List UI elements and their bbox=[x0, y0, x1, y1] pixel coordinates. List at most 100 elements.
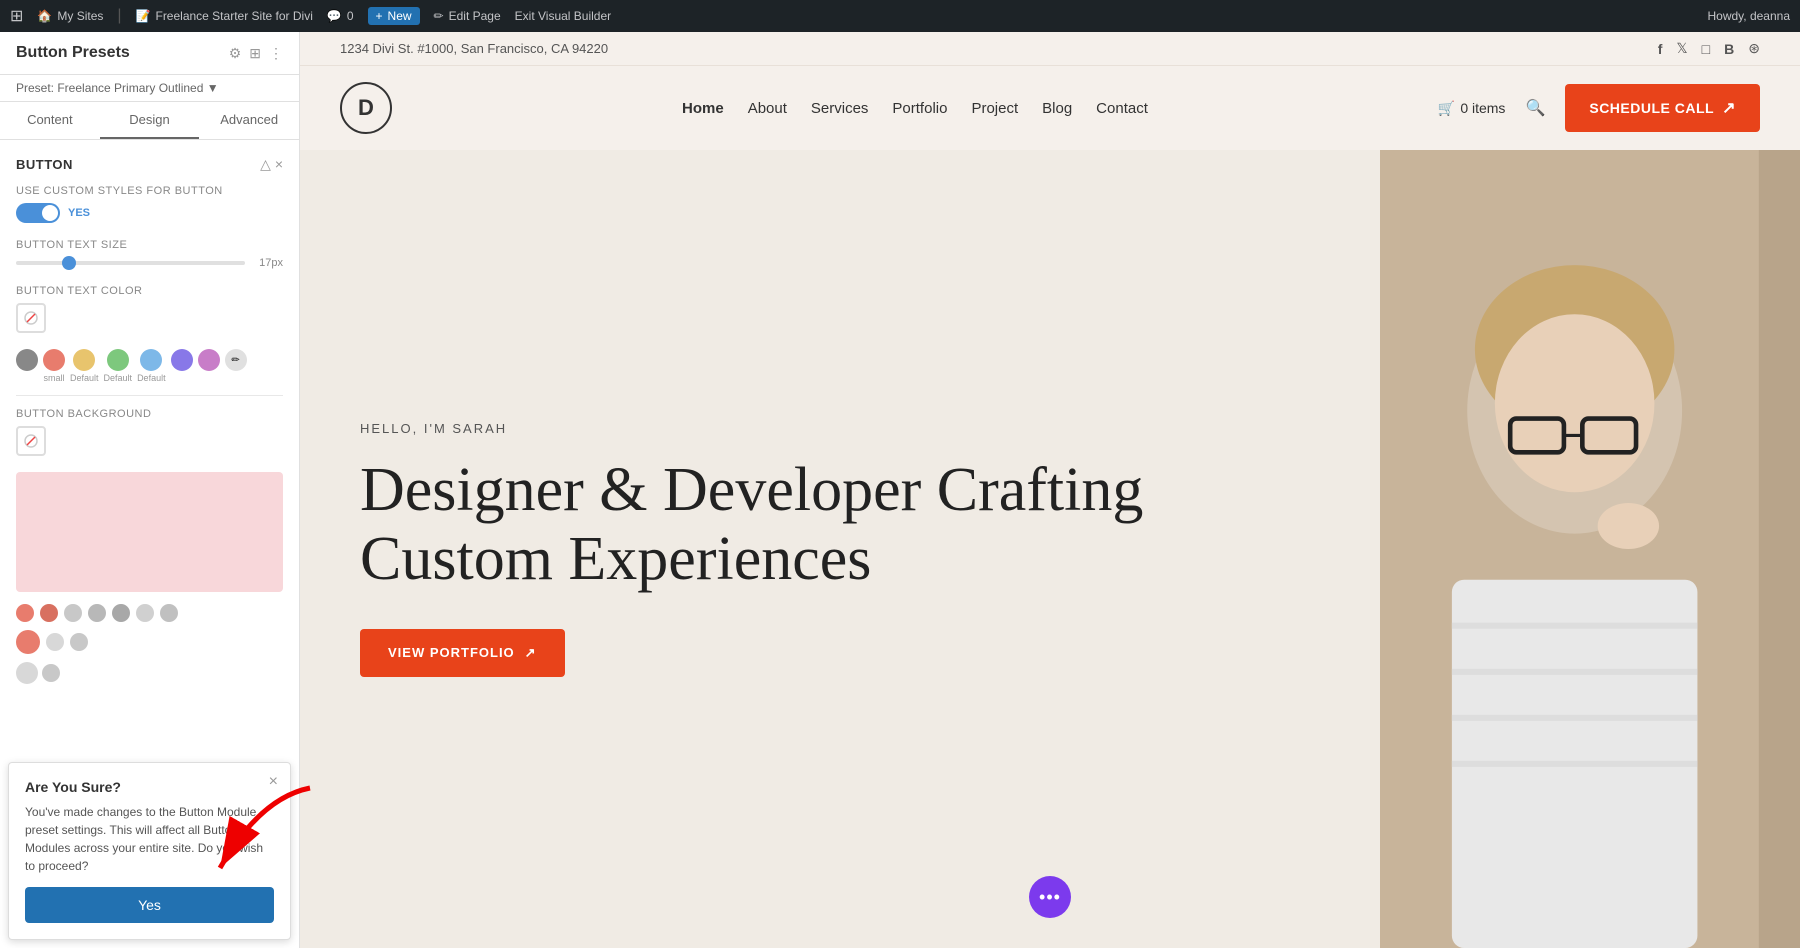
nav-link-blog[interactable]: Blog bbox=[1042, 100, 1072, 117]
site-icon: 📝 bbox=[136, 9, 151, 23]
circle-light-2[interactable] bbox=[70, 633, 88, 651]
home-icon: 🏠 bbox=[37, 9, 52, 23]
dialog-overlay: Are You Sure? × You've made changes to t… bbox=[0, 754, 299, 948]
swatch-group-pink bbox=[198, 349, 220, 383]
floating-dots-button[interactable]: ••• bbox=[1029, 876, 1071, 918]
instagram-icon[interactable]: □ bbox=[1702, 41, 1710, 57]
panel-header: Button Presets ⚙ ⊞ ⋮ bbox=[0, 32, 299, 75]
circle-large-red[interactable] bbox=[16, 630, 40, 654]
edit-page-link[interactable]: ✏ Edit Page bbox=[434, 9, 501, 23]
swatch-group-gray bbox=[16, 349, 38, 383]
button-bg-color-row bbox=[16, 426, 283, 456]
text-color-row bbox=[16, 303, 283, 333]
nav-link-services[interactable]: Services bbox=[811, 100, 869, 117]
dialog-close-icon[interactable]: × bbox=[269, 773, 278, 791]
panel-header-icons: ⚙ ⊞ ⋮ bbox=[229, 45, 283, 62]
text-size-value: 17px bbox=[253, 257, 283, 269]
search-icon[interactable]: 🔍 bbox=[1525, 98, 1545, 118]
swatch-group-red: small bbox=[43, 349, 65, 383]
settings-icon[interactable]: ⚙ bbox=[229, 45, 242, 62]
schedule-btn-arrow-icon: ↗ bbox=[1722, 98, 1736, 118]
dialog-yes-button[interactable]: Yes bbox=[25, 887, 274, 923]
facebook-icon[interactable]: f bbox=[1658, 41, 1663, 57]
site-logo[interactable]: D bbox=[340, 82, 392, 134]
nav-link-portfolio[interactable]: Portfolio bbox=[892, 100, 947, 117]
swatch-blue-light[interactable] bbox=[140, 349, 162, 371]
cart-count: 0 items bbox=[1460, 100, 1505, 116]
nav-link-contact[interactable]: Contact bbox=[1096, 100, 1148, 117]
tab-design[interactable]: Design bbox=[100, 102, 200, 139]
my-sites-link[interactable]: 🏠 My Sites bbox=[37, 9, 103, 23]
nav-links: Home About Services Portfolio Project Bl… bbox=[682, 100, 1148, 117]
swatch-gray[interactable] bbox=[16, 349, 38, 371]
site-nav: D Home About Services Portfolio Project … bbox=[300, 66, 1800, 150]
nav-cart[interactable]: 🛒 0 items bbox=[1438, 100, 1506, 117]
swatch-group-purple bbox=[171, 349, 193, 383]
hero-btn-arrow-icon: ↗ bbox=[525, 645, 537, 661]
circle-red-2[interactable] bbox=[40, 604, 58, 622]
circle-red[interactable] bbox=[16, 604, 34, 622]
swatch-red[interactable] bbox=[43, 349, 65, 371]
panel-subtitle[interactable]: Preset: Freelance Primary Outlined ▼ bbox=[0, 75, 299, 102]
button-preview-rect bbox=[16, 472, 283, 592]
hero-eyebrow: HELLO, I'M SARAH bbox=[360, 421, 1320, 436]
hero-right bbox=[1380, 150, 1800, 948]
text-size-slider-thumb[interactable] bbox=[62, 256, 76, 270]
grid-icon[interactable]: ⊞ bbox=[249, 45, 261, 62]
new-button[interactable]: + New bbox=[368, 7, 420, 25]
circle-gray-2[interactable] bbox=[88, 604, 106, 622]
text-color-field: Button Text Color bbox=[16, 285, 283, 333]
hero-title: Designer & Developer Crafting Custom Exp… bbox=[360, 456, 1320, 592]
custom-styles-field: Use Custom Styles For Button YES bbox=[16, 185, 283, 223]
custom-styles-toggle[interactable] bbox=[16, 203, 60, 223]
extra-fields bbox=[16, 662, 283, 684]
swatch-group-green: Default bbox=[104, 349, 133, 383]
site-link[interactable]: 📝 Freelance Starter Site for Divi bbox=[136, 9, 313, 23]
nav-right: 🛒 0 items 🔍 SCHEDULE CALL ↗ bbox=[1438, 84, 1760, 132]
circle-gray-3[interactable] bbox=[112, 604, 130, 622]
behance-icon[interactable]: B bbox=[1724, 41, 1734, 57]
tab-content[interactable]: Content bbox=[0, 102, 100, 139]
toggle-row: YES bbox=[16, 203, 283, 223]
admin-bar: ⊞ 🏠 My Sites | 📝 Freelance Starter Site … bbox=[0, 0, 1800, 32]
view-portfolio-button[interactable]: VIEW PORTFOLIO ↗ bbox=[360, 629, 565, 677]
more-icon[interactable]: ⋮ bbox=[269, 45, 283, 62]
section-close-icon[interactable]: △ × bbox=[260, 156, 283, 173]
circle-light-1[interactable] bbox=[46, 633, 64, 651]
swatch-purple[interactable] bbox=[171, 349, 193, 371]
dialog-title: Are You Sure? bbox=[25, 779, 274, 795]
dribbble-icon[interactable]: ⊛ bbox=[1748, 40, 1760, 57]
mini-circle-2[interactable] bbox=[42, 664, 60, 682]
swatch-pink[interactable] bbox=[198, 349, 220, 371]
button-bg-field: Button Background bbox=[16, 408, 283, 456]
nav-link-about[interactable]: About bbox=[748, 100, 787, 117]
comments-link[interactable]: 💬 0 bbox=[327, 9, 354, 23]
swatch-pen[interactable]: ✏ bbox=[225, 349, 247, 371]
text-size-slider-row: 17px bbox=[16, 257, 283, 269]
swatch-yellow[interactable] bbox=[73, 349, 95, 371]
exit-visual-builder-link[interactable]: Exit Visual Builder bbox=[515, 9, 612, 23]
nav-link-home[interactable]: Home bbox=[682, 100, 724, 117]
button-bg-picker[interactable] bbox=[16, 426, 46, 456]
circle-gray-5[interactable] bbox=[160, 604, 178, 622]
swatch-group-blue-light: Default bbox=[137, 349, 166, 383]
mini-circle-1[interactable] bbox=[16, 662, 38, 684]
panel-title: Button Presets bbox=[16, 44, 130, 62]
hero-section: HELLO, I'M SARAH Designer & Developer Cr… bbox=[300, 150, 1800, 948]
hero-image bbox=[1380, 150, 1800, 948]
text-size-slider-track[interactable] bbox=[16, 261, 245, 265]
admin-bar-right: Howdy, deanna bbox=[1708, 9, 1791, 23]
circle-gray-4[interactable] bbox=[136, 604, 154, 622]
tab-advanced[interactable]: Advanced bbox=[199, 102, 299, 139]
twitter-icon[interactable]: 𝕏 bbox=[1676, 40, 1687, 57]
text-size-field: Button Text Size 17px bbox=[16, 239, 283, 269]
site-header: 1234 Divi St. #1000, San Francisco, CA 9… bbox=[300, 32, 1800, 150]
site-address: 1234 Divi St. #1000, San Francisco, CA 9… bbox=[340, 41, 608, 56]
schedule-call-button[interactable]: SCHEDULE CALL ↗ bbox=[1565, 84, 1760, 132]
wp-icon[interactable]: ⊞ bbox=[10, 6, 23, 26]
cart-icon: 🛒 bbox=[1438, 100, 1455, 117]
text-color-picker[interactable] bbox=[16, 303, 46, 333]
swatch-green[interactable] bbox=[107, 349, 129, 371]
nav-link-project[interactable]: Project bbox=[971, 100, 1018, 117]
circle-gray-1[interactable] bbox=[64, 604, 82, 622]
